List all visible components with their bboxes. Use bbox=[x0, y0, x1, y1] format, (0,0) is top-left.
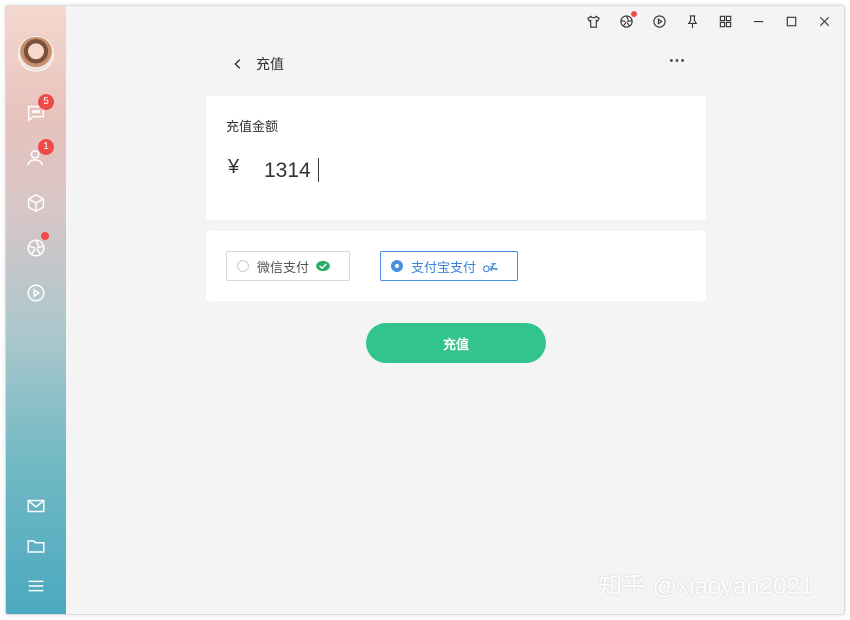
chevron-left-icon bbox=[234, 59, 241, 69]
currency-symbol: ¥ bbox=[228, 156, 240, 178]
notification-dot bbox=[631, 11, 637, 17]
wechat-pay-option[interactable]: 微信支付 bbox=[226, 251, 350, 281]
wechat-pay-radio[interactable] bbox=[237, 260, 249, 272]
amount-card: 充值金额 ¥ bbox=[206, 96, 706, 220]
page-header: 充值 bbox=[228, 50, 284, 78]
page-title: 充值 bbox=[256, 56, 284, 72]
watermark: 知乎 @xiaoyan2021 bbox=[598, 573, 814, 600]
payment-method-card: 微信支付 支付宝支付 bbox=[206, 231, 706, 301]
shirt-icon[interactable] bbox=[584, 12, 602, 30]
amount-input[interactable] bbox=[264, 158, 464, 184]
avatar[interactable] bbox=[18, 36, 54, 72]
amount-label: 充值金额 bbox=[226, 119, 279, 134]
alipay-icon bbox=[482, 260, 499, 273]
alipay-label: 支付宝支付 bbox=[411, 259, 477, 275]
wechat-pay-label: 微信支付 bbox=[257, 259, 310, 275]
chat-unread-badge: 5 bbox=[38, 94, 54, 110]
sidebar: 5 1 bbox=[6, 6, 66, 614]
more-options-button[interactable] bbox=[666, 50, 688, 70]
more-dots-icon bbox=[669, 58, 685, 62]
pin-icon[interactable] bbox=[683, 12, 701, 30]
wechat-pay-icon bbox=[315, 260, 331, 272]
minimize-icon[interactable] bbox=[749, 12, 767, 30]
play-circle-icon[interactable] bbox=[650, 12, 668, 30]
cube-icon[interactable] bbox=[24, 191, 48, 215]
close-icon[interactable] bbox=[815, 12, 833, 30]
grid-icon[interactable] bbox=[716, 12, 734, 30]
recharge-button[interactable]: 充值 bbox=[366, 323, 546, 363]
titlebar bbox=[584, 6, 844, 36]
back-button[interactable] bbox=[228, 54, 248, 74]
app-window: 5 1 充值 充值金额 ¥ 1314 微信支付 支付宝支付 充值 知乎 @xia… bbox=[5, 5, 845, 615]
play-circle-icon[interactable] bbox=[24, 281, 48, 305]
alipay-option[interactable]: 支付宝支付 bbox=[380, 251, 518, 281]
notification-dot bbox=[41, 232, 49, 240]
menu-icon[interactable] bbox=[24, 574, 48, 598]
contacts-unread-badge: 1 bbox=[38, 139, 54, 155]
folder-icon[interactable] bbox=[24, 534, 48, 558]
mail-icon[interactable] bbox=[24, 494, 48, 518]
maximize-icon[interactable] bbox=[782, 12, 800, 30]
alipay-radio[interactable] bbox=[391, 260, 403, 272]
text-cursor bbox=[318, 158, 319, 182]
